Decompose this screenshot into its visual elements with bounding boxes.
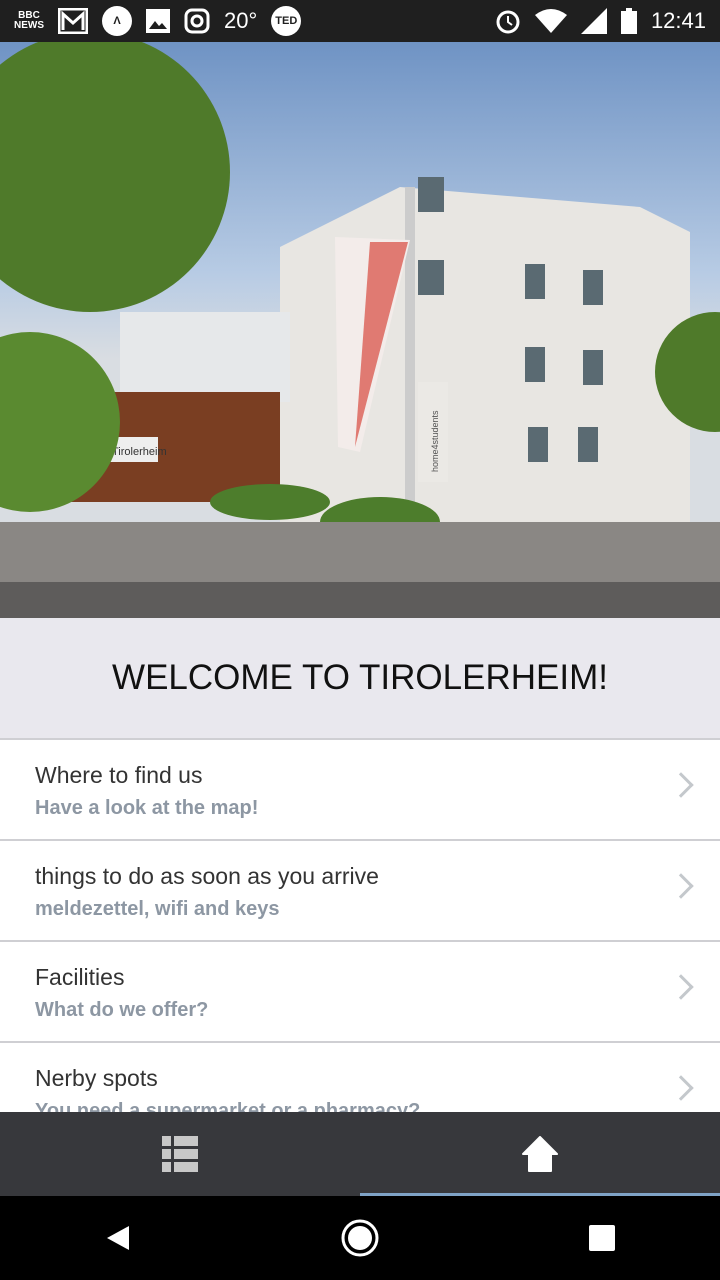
hero-image: Tirolerheim home4students: [0, 42, 720, 618]
list-item-facilities[interactable]: Facilities What do we offer?: [0, 942, 720, 1043]
instagram-icon: [184, 8, 210, 34]
item-title: Nerby spots: [35, 1065, 158, 1091]
recents-icon[interactable]: [587, 1223, 617, 1253]
item-subtitle: meldezettel, wifi and keys: [35, 898, 280, 920]
wifi-icon: [534, 9, 567, 33]
temperature: 20°: [224, 8, 258, 33]
home-circle-icon[interactable]: [340, 1218, 380, 1258]
bottom-tab-bar: [0, 1112, 720, 1196]
tab-home[interactable]: [360, 1112, 720, 1196]
status-bar: BBC NEWS Λ 20° TED 12:41: [0, 0, 720, 42]
item-title: Where to find us: [35, 762, 203, 788]
tab-list[interactable]: [0, 1112, 360, 1196]
list-icon: [162, 1136, 198, 1172]
svg-text:home4students: home4students: [430, 410, 440, 472]
clock: 12:41: [650, 8, 706, 33]
list-item-nearby-spots[interactable]: Nerby spots You need a supermarket or a p…: [0, 1043, 720, 1112]
item-subtitle: Have a look at the map!: [35, 797, 259, 819]
item-title: Facilities: [35, 964, 125, 990]
menu-list: Where to find us Have a look at the map! …: [0, 740, 720, 1112]
battery-icon: [620, 8, 637, 34]
system-nav-bar: [0, 1196, 720, 1280]
signal-icon: [580, 8, 607, 34]
item-title: things to do as soon as you arrive: [35, 863, 379, 889]
ted-icon: TED: [271, 6, 302, 36]
list-item-arrival[interactable]: things to do as soon as you arrive meldez…: [0, 841, 720, 942]
item-subtitle: What do we offer?: [35, 999, 209, 1021]
gmail-icon: [58, 8, 88, 34]
list-item-where-to-find-us[interactable]: Where to find us Have a look at the map!: [0, 740, 720, 841]
gallery-icon: [146, 9, 170, 33]
back-icon[interactable]: [103, 1223, 133, 1253]
bbc-news-icon: BBC NEWS: [14, 10, 44, 31]
page-title: WELCOME TO TIROLERHEIM!: [0, 618, 720, 740]
home-icon: [522, 1136, 558, 1172]
item-subtitle: You need a supermarket or a pharmacy?: [35, 1100, 421, 1112]
svg-text:Tirolerheim: Tirolerheim: [112, 446, 167, 458]
arrow-app-icon: Λ: [102, 6, 132, 36]
alarm-icon: [496, 10, 520, 34]
building-photo: Tirolerheim home4students: [0, 42, 720, 618]
